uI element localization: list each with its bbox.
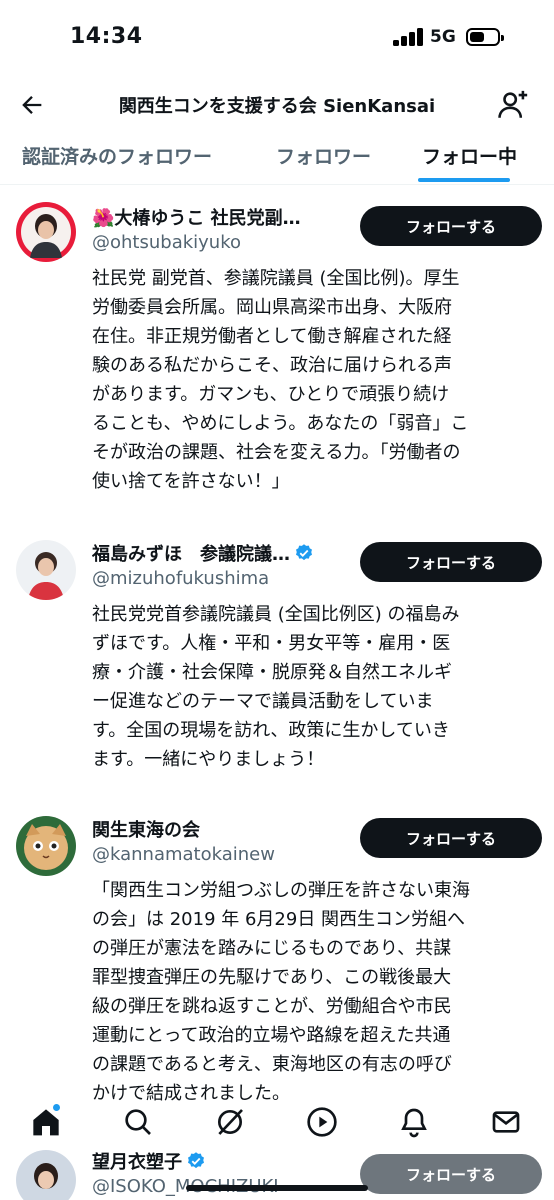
user-bio: 「関西生コン労組つぶしの弾圧を許さない東海 の会」は 2019 年 6月29日 … bbox=[92, 880, 470, 1104]
notifications-icon[interactable] bbox=[398, 1106, 430, 1138]
avatar[interactable] bbox=[16, 202, 76, 262]
user-name: 望月衣塑子 bbox=[92, 1148, 354, 1174]
avatar[interactable] bbox=[16, 816, 76, 876]
battery-icon bbox=[466, 28, 504, 46]
verified-badge-icon bbox=[188, 1152, 204, 1169]
search-icon[interactable] bbox=[122, 1106, 154, 1138]
avatar[interactable] bbox=[16, 1150, 76, 1200]
follow-button[interactable]: フォローする bbox=[360, 542, 542, 582]
active-tab-indicator bbox=[418, 178, 510, 182]
verified-badge-icon bbox=[296, 544, 312, 561]
bottom-nav bbox=[0, 1104, 554, 1146]
user-handle: @kannamatokainew bbox=[92, 844, 275, 865]
follow-button[interactable]: フォローする bbox=[360, 206, 542, 246]
home-indicator bbox=[186, 1185, 368, 1191]
tab-following[interactable]: フォロー中 bbox=[422, 142, 517, 169]
user-handle: @ohtsubakiyuko bbox=[92, 232, 242, 253]
status-bar: 14:34 5G bbox=[0, 0, 554, 76]
follow-button[interactable]: フォローする bbox=[360, 818, 542, 858]
home-notification-dot bbox=[53, 1104, 60, 1111]
user-name: 🌺大椿ゆうこ 社民党副… bbox=[92, 208, 301, 229]
back-arrow-icon[interactable] bbox=[18, 91, 46, 119]
tab-bar: 認証済みのフォロワー フォロワー フォロー中 bbox=[0, 134, 554, 185]
user-handle: @mizuhofukushima bbox=[92, 568, 270, 589]
user-bio: 社民党党首参議院議員 (全国比例区) の福島み ずほです。人権・平和・男女平等・… bbox=[92, 604, 460, 770]
user-bio: 社民党 副党首、参議院議員 (全国比例)。厚生 労働委員会所属。岡山県高梁市出身… bbox=[92, 268, 469, 492]
page-title: 関西生コンを支援する会 SienKansai bbox=[118, 96, 436, 117]
tab-verified-followers[interactable]: 認証済みのフォロワー bbox=[22, 142, 212, 169]
user-name: 関生東海の会 bbox=[92, 820, 200, 841]
add-user-icon[interactable] bbox=[496, 88, 530, 122]
user-name: 福島みずほ 参議院議… bbox=[92, 540, 354, 566]
user-item[interactable]: 望月衣塑子 @ISOKO_MOCHIZUKI フォローする bbox=[0, 1146, 554, 1200]
messages-icon[interactable] bbox=[490, 1106, 522, 1138]
follow-button[interactable]: フォローする bbox=[360, 1154, 542, 1194]
tab-followers[interactable]: フォロワー bbox=[276, 142, 371, 169]
avatar[interactable] bbox=[16, 540, 76, 600]
grok-icon[interactable] bbox=[214, 1106, 246, 1138]
top-header: 関西生コンを支援する会 SienKansai bbox=[0, 76, 554, 134]
signal-icon bbox=[393, 28, 425, 46]
status-time: 14:34 bbox=[70, 24, 143, 49]
video-icon[interactable] bbox=[306, 1106, 338, 1138]
network-type: 5G bbox=[430, 27, 456, 47]
